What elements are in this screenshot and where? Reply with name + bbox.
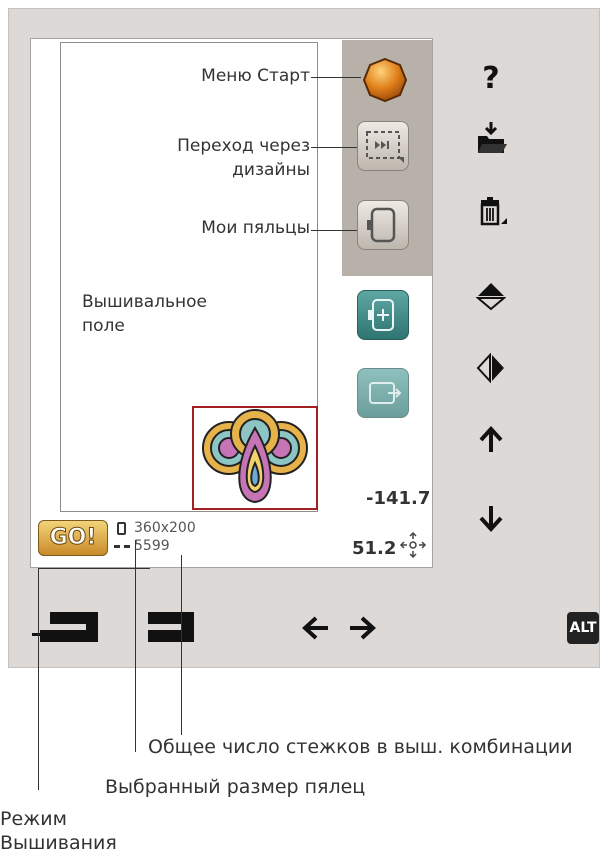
leader-mode [38, 568, 39, 790]
my-hoops-button[interactable] [357, 200, 409, 250]
design-hoop-outline[interactable] [192, 406, 318, 510]
caption-selected-hoop: Выбранный размер пялец [105, 776, 366, 798]
help-button[interactable]: ? [471, 58, 511, 98]
flip-horizontal-button[interactable] [471, 348, 511, 388]
leader-stitches [181, 555, 182, 735]
arrow-down-icon [479, 506, 503, 532]
delete-icon [480, 197, 507, 226]
callout-field-1: Вышивальное [82, 292, 207, 312]
caption-mode-1: Режим [0, 808, 67, 830]
leader-mode-top [38, 568, 150, 569]
add-hoop-button[interactable] [357, 290, 409, 340]
delete-button[interactable] [471, 192, 511, 232]
arrow-right-icon [350, 616, 376, 640]
arrow-left-icon [302, 616, 328, 640]
move-right-button[interactable] [346, 612, 378, 644]
position-x: 51.2 [352, 538, 397, 559]
caption-mode-2: Вышивания [0, 832, 117, 854]
leader-design-nav [311, 147, 359, 148]
move-up-button[interactable] [471, 420, 511, 460]
callout-design-nav-2: дизайны [232, 160, 310, 180]
design-nav-icon [366, 131, 404, 163]
move-hoop-button[interactable] [357, 368, 409, 418]
flip-vertical-icon [476, 283, 506, 311]
callout-my-hoops: Мои пяльцы [201, 218, 310, 238]
help-icon: ? [482, 60, 500, 96]
start-orb-icon [362, 57, 408, 103]
hoop-size-value: 360x200 [134, 520, 196, 536]
open-folder-icon [478, 122, 507, 153]
callout-start-menu: Меню Старт [201, 66, 310, 86]
design-nav-button[interactable] [357, 121, 409, 171]
leader-start-menu [311, 77, 361, 78]
open-button[interactable] [471, 118, 511, 158]
caption-total-stitches: Общее число стежков в выш. комбинации [148, 736, 573, 758]
stitch-count-icon [114, 545, 130, 551]
flip-horizontal-icon [476, 353, 504, 383]
arrow-up-icon [479, 426, 503, 452]
go-button[interactable]: GO! [38, 520, 108, 556]
move-down-button[interactable] [471, 498, 511, 538]
move-button[interactable] [398, 530, 428, 560]
stitch-count-value: 5599 [134, 538, 170, 554]
alt-button[interactable]: ALT [567, 612, 599, 644]
start-menu-button[interactable] [361, 56, 409, 104]
embroidery-mode-button[interactable] [144, 606, 200, 646]
leader-my-hoops [311, 230, 359, 231]
leader-hoop-size [135, 540, 136, 752]
flip-vertical-button[interactable] [471, 276, 511, 316]
hoop-icon [367, 207, 396, 243]
move-left-button[interactable] [300, 612, 332, 644]
add-hoop-icon [368, 299, 394, 331]
move-cross-icon [399, 531, 427, 559]
embroidery-design [202, 409, 308, 504]
callout-design-nav-1: Переход через [177, 136, 310, 156]
position-y: -141.7 [366, 488, 431, 509]
sewing-mode-icon [32, 612, 98, 642]
callout-field-2: поле [82, 316, 125, 336]
embroidery-mode-icon [148, 612, 194, 642]
hoop-size-icon [117, 522, 126, 535]
move-hoop-icon [369, 382, 402, 404]
sewing-mode-button[interactable] [30, 606, 106, 646]
